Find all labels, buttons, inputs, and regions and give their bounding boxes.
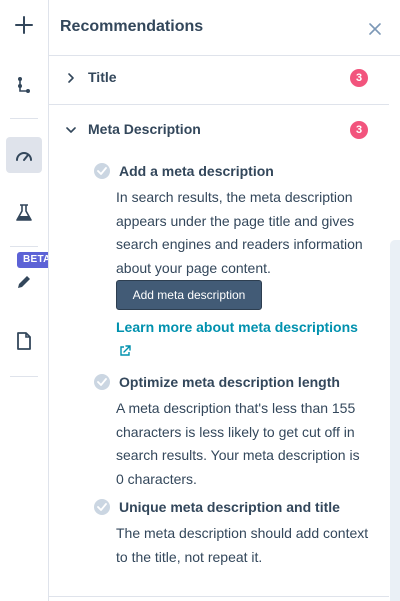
recommendation-description: In search results, the meta description … <box>116 189 363 276</box>
count-badge: 3 <box>350 69 368 87</box>
plus-icon <box>15 16 33 34</box>
gauge-icon <box>15 148 33 162</box>
check-circle-icon <box>94 374 110 390</box>
add-meta-description-button[interactable]: Add meta description <box>116 280 262 310</box>
flask-icon <box>16 204 32 222</box>
recommendation-item: Unique meta description and title The me… <box>49 491 389 591</box>
optimize-button[interactable] <box>6 137 42 173</box>
recommendation-description: The meta description should add context … <box>116 525 369 565</box>
rail-divider <box>10 118 38 119</box>
section-title-header[interactable]: Title 3 <box>49 56 389 105</box>
section-meta-description-header[interactable]: Meta Description 3 <box>49 105 389 155</box>
test-button[interactable] <box>8 197 40 229</box>
recommendation-description: A meta description that's less than 155 … <box>116 400 360 487</box>
recommendation-item: Optimize meta description length A meta … <box>49 366 389 491</box>
check-circle-icon <box>94 499 110 515</box>
edit-button[interactable] <box>8 266 40 298</box>
panel-title: Recommendations <box>60 18 204 35</box>
tree-icon <box>16 76 32 94</box>
recommendation-title: Optimize meta description length <box>119 374 340 390</box>
external-link-icon[interactable] <box>119 344 131 356</box>
left-rail: BETA <box>0 0 57 601</box>
close-icon[interactable] <box>368 22 382 36</box>
learn-more-link[interactable]: Learn more about meta descriptions <box>116 319 358 335</box>
section-label: Title <box>88 69 117 85</box>
document-icon <box>17 332 31 350</box>
rail-divider <box>10 246 38 247</box>
scrollbar[interactable] <box>390 240 400 601</box>
section-label: Meta Description <box>88 121 201 137</box>
structure-button[interactable] <box>8 69 40 101</box>
check-circle-icon <box>94 163 110 179</box>
chevron-down-icon <box>65 123 77 135</box>
recommendation-title: Unique meta description and title <box>119 499 340 515</box>
chevron-right-icon <box>65 71 77 83</box>
add-button[interactable] <box>8 9 40 41</box>
page-button[interactable] <box>8 325 40 357</box>
count-badge: 3 <box>350 121 368 139</box>
panel-header: Recommendations <box>49 0 400 56</box>
rail-divider <box>10 376 38 377</box>
pencil-icon <box>16 274 32 290</box>
recommendations-panel: Recommendations Title 3 Meta Description… <box>49 0 400 601</box>
section-divider <box>49 596 389 597</box>
recommendation-title: Add a meta description <box>119 163 274 179</box>
